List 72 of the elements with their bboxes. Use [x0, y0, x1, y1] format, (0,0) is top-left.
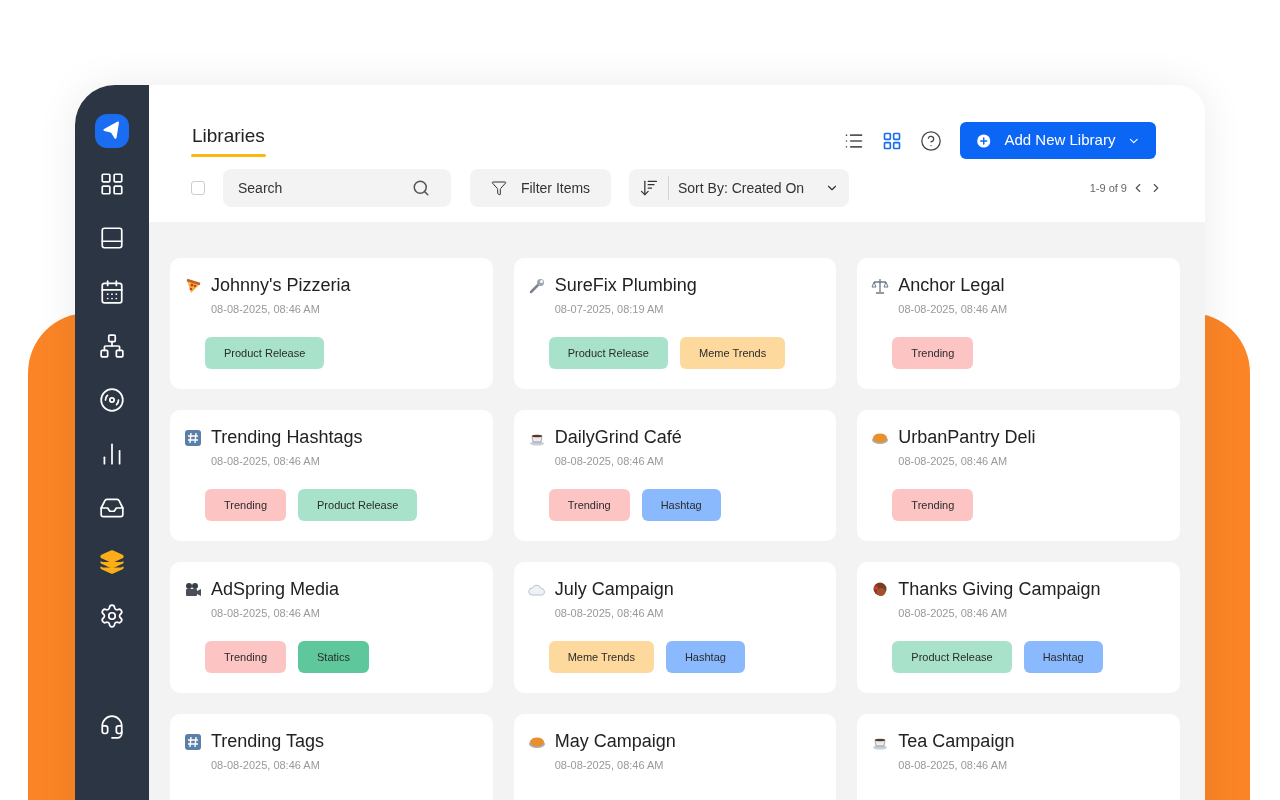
- tag: Trending: [205, 488, 286, 521]
- library-name: DailyGrind Café: [554, 426, 682, 449]
- tag: Product Release: [298, 488, 418, 521]
- search-icon: [412, 179, 430, 197]
- hash-icon: [184, 428, 202, 447]
- library-date: 08-08-2025, 08:46 AM: [211, 758, 320, 773]
- library-card[interactable]: Trending Hashtags 08-08-2025, 08:46 AM Trending Product Release: [170, 410, 493, 541]
- tag: Product Release: [548, 336, 668, 369]
- library-date: 08-08-2025, 08:46 AM: [898, 454, 1008, 469]
- library-card[interactable]: AdSpring Media 08-08-2025, 08:46 AM Trending Statics: [170, 562, 493, 693]
- library-date: 08-08-2025, 08:46 AM: [898, 606, 1008, 621]
- hash-icon: [184, 732, 202, 751]
- tag: Hashtag: [641, 488, 721, 521]
- tag: Product Release: [892, 640, 1012, 673]
- filter-button[interactable]: Filter Items: [470, 169, 611, 207]
- pizza-icon: [184, 276, 202, 295]
- help-icon[interactable]: [920, 129, 942, 152]
- library-name: AdSpring Media: [211, 578, 340, 601]
- library-name: July Campaign: [554, 578, 674, 601]
- tag: Meme Trends: [680, 336, 786, 369]
- library-card[interactable]: Tea Campaign 08-08-2025, 08:46 AM: [857, 714, 1180, 800]
- library-name: Trending Tags: [211, 730, 325, 753]
- library-name: Johnny's Pizzeria: [211, 274, 351, 297]
- tag: Trending: [548, 488, 630, 521]
- library-date: 08-08-2025, 08:46 AM: [554, 606, 664, 621]
- library-name: UrbanPantry Deli: [898, 426, 1036, 449]
- library-card[interactable]: Trending Tags 08-08-2025, 08:46 AM: [170, 714, 493, 800]
- tag: Hashtag: [665, 640, 745, 673]
- tag: Meme Trends: [548, 640, 654, 673]
- library-card[interactable]: July Campaign 08-08-2025, 08:46 AM Meme Trends Hashtag: [513, 562, 837, 693]
- library-name: Tea Campaign: [898, 730, 1015, 753]
- library-date: 08-08-2025, 08:46 AM: [211, 606, 320, 621]
- tag: Statics: [298, 640, 370, 673]
- library-card[interactable]: Anchor Legal 08-08-2025, 08:46 AM Trending: [857, 258, 1180, 389]
- library-date: 08-08-2025, 08:46 AM: [211, 454, 320, 469]
- library-date: 08-08-2025, 08:46 AM: [898, 758, 1008, 773]
- library-card[interactable]: Thanks Giving Campaign 08-08-2025, 08:46 AM Product Release Hashtag: [857, 562, 1180, 693]
- filter-icon: [490, 180, 507, 196]
- plus-icon: [975, 131, 993, 150]
- tag: Trending: [892, 336, 974, 369]
- library-date: 08-08-2025, 08:46 AM: [554, 758, 664, 773]
- library-card[interactable]: UrbanPantry Deli 08-08-2025, 08:46 AM Trending: [857, 410, 1180, 541]
- library-name: Trending Hashtags: [211, 426, 363, 449]
- library-date: 08-08-2025, 08:46 AM: [554, 454, 664, 469]
- library-date: 08-08-2025, 08:46 AM: [898, 302, 1008, 317]
- library-date: 08-08-2025, 08:46 AM: [211, 302, 320, 317]
- add-library-button[interactable]: Add New Library: [960, 122, 1156, 159]
- logo-icon: [95, 114, 129, 148]
- tag: Trending: [205, 640, 286, 673]
- library-card[interactable]: Johnny's Pizzeria 08-08-2025, 08:46 AM Product Release: [170, 258, 493, 389]
- library-name: SureFix Plumbing: [554, 274, 697, 297]
- library-name: Thanks Giving Campaign: [898, 578, 1101, 601]
- library-card[interactable]: May Campaign 08-08-2025, 08:46 AM: [513, 714, 837, 800]
- tag: Hashtag: [1023, 640, 1103, 673]
- pagination-text: 1-9 of 9: [1089, 180, 1127, 196]
- library-card[interactable]: DailyGrind Café 08-08-2025, 08:46 AM Trending Hashtag: [513, 410, 837, 541]
- sort-icon: [639, 178, 659, 198]
- library-date: 08-07-2025, 08:19 AM: [554, 302, 664, 317]
- sort-dropdown[interactable]: Sort By: Created On: [629, 169, 849, 207]
- select-all-checkbox[interactable]: [191, 181, 205, 195]
- grid-view-icon[interactable]: [882, 130, 902, 151]
- page-title: Libraries: [191, 124, 266, 148]
- library-card[interactable]: SureFix Plumbing 08-07-2025, 08:19 AM Product Release Meme Trends: [513, 258, 837, 389]
- library-name: Anchor Legal: [898, 274, 1005, 297]
- headset-icon[interactable]: [99, 714, 125, 740]
- tag: Product Release: [205, 336, 325, 369]
- wrench-icon: [527, 276, 546, 295]
- movie-camera-icon: [184, 580, 202, 599]
- scales-icon: [871, 276, 890, 295]
- tag: Trending: [892, 488, 974, 521]
- library-name: May Campaign: [554, 730, 676, 753]
- search-field[interactable]: Search: [223, 169, 451, 207]
